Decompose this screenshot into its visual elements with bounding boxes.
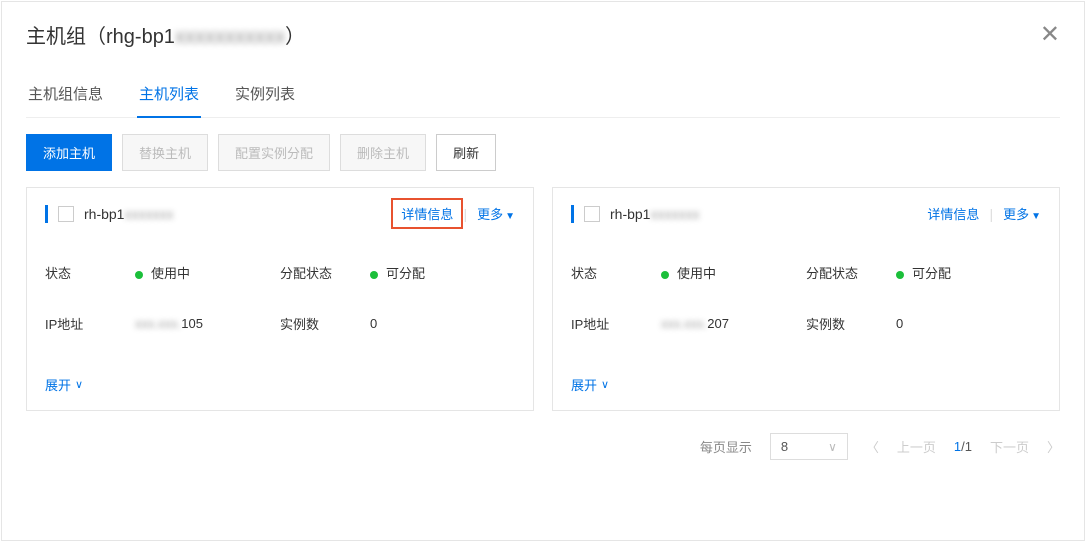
card-properties: 状态 使用中 分配状态 可分配 IP地址 xxx.xxx.207 实例数 0 xyxy=(571,263,1041,333)
close-icon[interactable]: ✕ xyxy=(1040,20,1060,49)
per-page-label: 每页显示 xyxy=(700,437,752,456)
tab-host-list[interactable]: 主机列表 xyxy=(137,73,201,118)
alloc-label: 分配状态 xyxy=(280,263,370,282)
more-dropdown[interactable]: 更多▼ xyxy=(477,204,515,223)
instances-value: 0 xyxy=(896,316,1041,331)
divider: | xyxy=(463,206,467,222)
delete-host-button[interactable]: 删除主机 xyxy=(340,134,426,171)
host-cards: rh-bp1xxxxxxx 详情信息 | 更多▼ 状态 使用中 分配状态 可分配… xyxy=(26,187,1060,411)
card-properties: 状态 使用中 分配状态 可分配 IP地址 xxx.xxx.105 实例数 0 xyxy=(45,263,515,333)
total-pages: /1 xyxy=(961,439,972,454)
status-label: 状态 xyxy=(45,263,135,282)
card-header: rh-bp1xxxxxxx 详情信息 | 更多▼ xyxy=(45,204,515,223)
host-card: rh-bp1xxxxxxx 详情信息 | 更多▼ 状态 使用中 分配状态 可分配… xyxy=(552,187,1060,411)
panel-header: 主机组（rhg-bp1xxxxxxxxxxx） ✕ xyxy=(26,2,1060,59)
refresh-button[interactable]: 刷新 xyxy=(436,134,496,171)
status-dot-icon xyxy=(896,271,904,279)
instances-value: 0 xyxy=(370,316,515,331)
host-group-panel: 主机组（rhg-bp1xxxxxxxxxxx） ✕ 主机组信息 主机列表 实例列… xyxy=(1,1,1085,541)
alloc-label: 分配状态 xyxy=(806,263,896,282)
detail-link[interactable]: 详情信息 xyxy=(391,198,463,229)
expand-toggle[interactable]: 展开 ∨ xyxy=(571,375,1041,394)
tab-bar: 主机组信息 主机列表 实例列表 xyxy=(26,73,1060,118)
toolbar: 添加主机 替换主机 配置实例分配 删除主机 刷新 xyxy=(26,134,1060,171)
pager: 〈 上一页 1/1 下一页 〉 xyxy=(866,437,1060,456)
page-title: 主机组（rhg-bp1xxxxxxxxxxx） xyxy=(26,20,305,49)
more-dropdown[interactable]: 更多▼ xyxy=(1003,204,1041,223)
chevron-down-icon: ∨ xyxy=(828,440,837,454)
expand-toggle[interactable]: 展开 ∨ xyxy=(45,375,515,394)
alloc-value: 可分配 xyxy=(896,263,1041,282)
ip-label: IP地址 xyxy=(45,314,135,333)
host-name: rh-bp1xxxxxxx xyxy=(84,206,173,222)
divider: | xyxy=(989,206,993,222)
select-host-checkbox[interactable] xyxy=(58,206,74,222)
tab-host-group-info[interactable]: 主机组信息 xyxy=(26,73,105,118)
ip-value: xxx.xxx.105 xyxy=(135,316,280,331)
status-label: 状态 xyxy=(571,263,661,282)
status-dot-icon xyxy=(661,271,669,279)
instances-label: 实例数 xyxy=(280,314,370,333)
config-allocation-button[interactable]: 配置实例分配 xyxy=(218,134,330,171)
chevron-down-icon: ▼ xyxy=(1031,211,1041,222)
replace-host-button[interactable]: 替换主机 xyxy=(122,134,208,171)
card-accent-bar xyxy=(571,205,574,223)
prev-page[interactable]: 上一页 xyxy=(897,437,936,456)
status-value: 使用中 xyxy=(661,263,806,282)
status-value: 使用中 xyxy=(135,263,280,282)
ip-value: xxx.xxx.207 xyxy=(661,316,806,331)
pagination: 每页显示 8 ∨ 〈 上一页 1/1 下一页 〉 xyxy=(26,433,1060,460)
chevron-left-icon: 〈 xyxy=(866,437,879,456)
ip-label: IP地址 xyxy=(571,314,661,333)
next-page[interactable]: 下一页 xyxy=(990,437,1029,456)
chevron-down-icon: ▼ xyxy=(505,211,515,222)
host-name: rh-bp1xxxxxxx xyxy=(610,206,699,222)
instances-label: 实例数 xyxy=(806,314,896,333)
chevron-down-icon: ∨ xyxy=(75,378,83,391)
alloc-value: 可分配 xyxy=(370,263,515,282)
page-size-select[interactable]: 8 ∨ xyxy=(770,433,848,460)
status-dot-icon xyxy=(135,271,143,279)
tab-instance-list[interactable]: 实例列表 xyxy=(233,73,297,118)
add-host-button[interactable]: 添加主机 xyxy=(26,134,112,171)
card-header: rh-bp1xxxxxxx 详情信息 | 更多▼ xyxy=(571,204,1041,223)
detail-link[interactable]: 详情信息 xyxy=(927,204,979,223)
status-dot-icon xyxy=(370,271,378,279)
chevron-down-icon: ∨ xyxy=(601,378,609,391)
select-host-checkbox[interactable] xyxy=(584,206,600,222)
host-card: rh-bp1xxxxxxx 详情信息 | 更多▼ 状态 使用中 分配状态 可分配… xyxy=(26,187,534,411)
chevron-right-icon: 〉 xyxy=(1047,437,1060,456)
card-accent-bar xyxy=(45,205,48,223)
